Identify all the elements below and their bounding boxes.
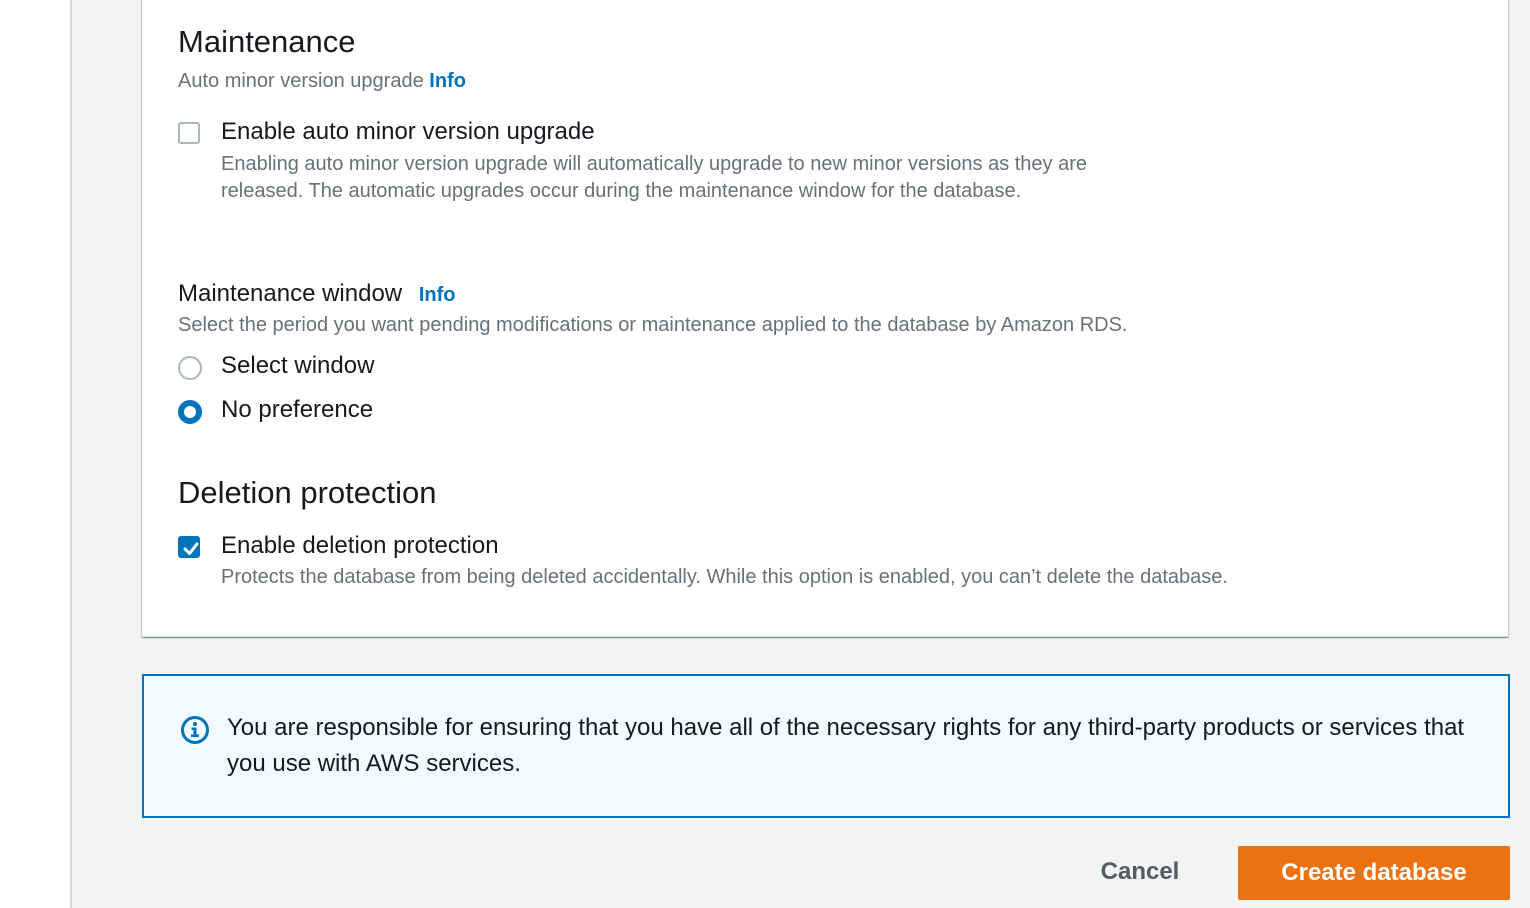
create-database-button[interactable]: Create database — [1238, 846, 1510, 900]
additional-configuration-panel: Maintenance Auto minor version upgrade I… — [142, 0, 1508, 637]
info-alert-text: You are responsible for ensuring that yo… — [227, 714, 1465, 777]
deletion-protection-heading: Deletion protection — [178, 475, 437, 510]
deletion-protection-description: Protects the database from being deleted… — [221, 566, 1228, 588]
maintenance-window-description: Select the period you want pending modif… — [178, 314, 1128, 336]
maintenance-window-label-text: Maintenance window — [178, 280, 403, 307]
auto-minor-version-checkbox-label[interactable]: Enable auto minor version upgrade — [221, 118, 595, 146]
no-preference-radio[interactable] — [178, 400, 202, 424]
auto-minor-version-label: Auto minor version upgrade Info — [178, 70, 466, 93]
maintenance-heading: Maintenance — [178, 24, 356, 59]
cancel-button[interactable]: Cancel — [1080, 848, 1200, 896]
deletion-protection-checkbox[interactable] — [178, 536, 200, 558]
no-preference-radio-label[interactable]: No preference — [221, 396, 373, 424]
select-window-radio-label[interactable]: Select window — [221, 352, 374, 380]
auto-minor-version-description: Enabling auto minor version upgrade will… — [221, 153, 1088, 202]
info-circle-icon — [181, 716, 209, 744]
left-navigation-strip — [0, 0, 72, 908]
auto-minor-info-link[interactable]: Info — [429, 70, 466, 92]
select-window-radio[interactable] — [178, 356, 202, 380]
checkmark-icon — [183, 542, 199, 555]
maintenance-window-info-link[interactable]: Info — [419, 284, 456, 306]
maintenance-window-label: Maintenance window Info — [178, 280, 455, 308]
auto-minor-version-checkbox[interactable] — [178, 122, 200, 144]
auto-minor-version-label-text: Auto minor version upgrade — [178, 70, 424, 92]
deletion-protection-checkbox-label[interactable]: Enable deletion protection — [221, 532, 499, 560]
info-alert: You are responsible for ensuring that yo… — [142, 674, 1510, 818]
